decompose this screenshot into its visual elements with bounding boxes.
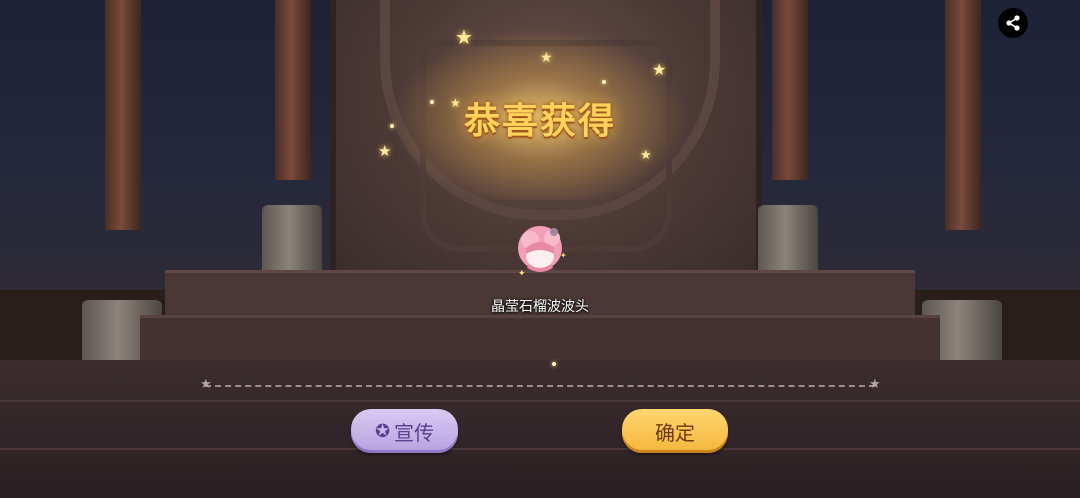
item-name: 晶莹石榴波波头 [491, 299, 589, 315]
star-badge-icon: ✪ [374, 420, 391, 442]
sparkle-star-icon: ★ [540, 50, 553, 66]
pillar-left-inner [275, 0, 311, 180]
sparkle-star-icon: ★ [652, 60, 667, 79]
promote-button-label: 宣传 [394, 420, 435, 445]
confirm-button[interactable]: 确定 [622, 409, 728, 453]
sparkle-dot [552, 362, 556, 366]
floor-line [0, 400, 1080, 402]
confirm-button-label: 确定 [655, 420, 695, 445]
divider-star-icon: ★ [200, 377, 212, 392]
divider-star-icon: ★ [869, 377, 881, 392]
svg-text:✦: ✦ [518, 269, 526, 279]
sparkle-star-icon: ★ [378, 142, 392, 160]
pillar-right-inner [772, 0, 808, 180]
floor [0, 360, 1080, 498]
share-icon [1006, 15, 1020, 31]
svg-text:✦: ✦ [560, 251, 567, 260]
step-bottom [140, 315, 940, 366]
promote-button[interactable]: ✪ 宣传 [351, 409, 458, 453]
pink-hair-bob-icon: ✦ ✦ [518, 226, 567, 279]
floor-line [0, 448, 1080, 450]
sparkle-star-icon: ★ [640, 148, 652, 163]
sparkle-dot [602, 80, 606, 84]
reward-title: 恭喜获得 [463, 101, 616, 142]
sparkle-star-icon: ★ [455, 25, 473, 49]
share-button[interactable] [998, 8, 1028, 38]
divider-line [205, 385, 875, 389]
